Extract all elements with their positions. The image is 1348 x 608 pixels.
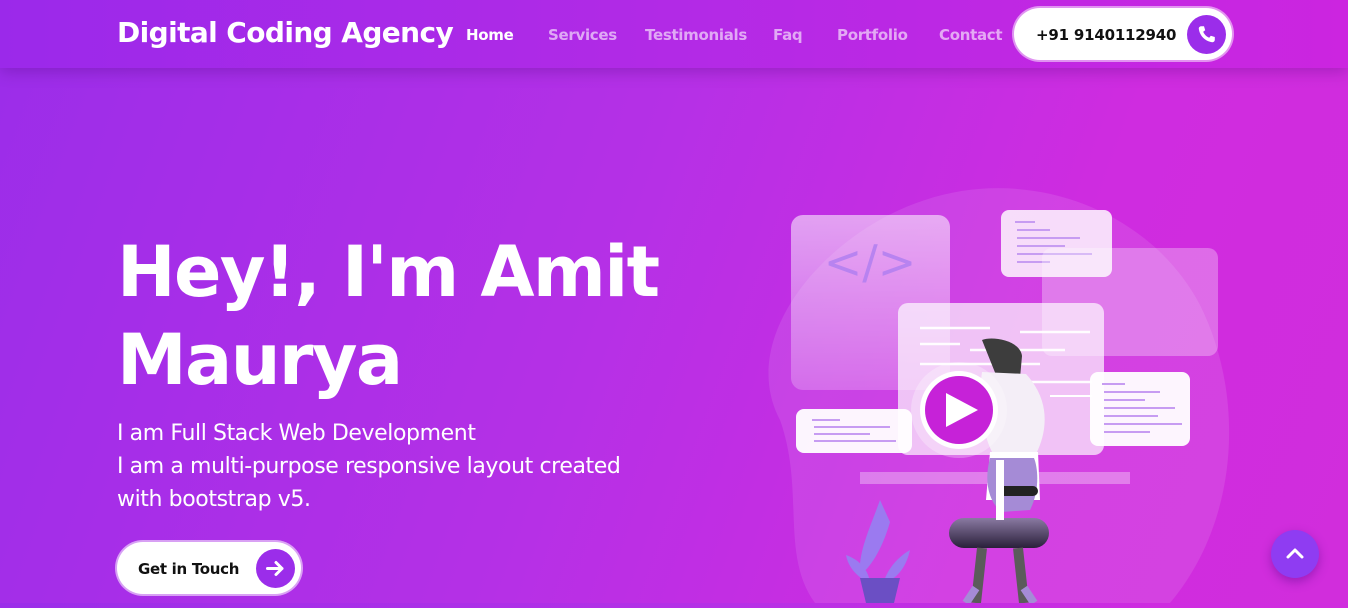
developer-illustration-svg: </> xyxy=(768,188,1230,606)
hero-subtitle-line-2: I am a multi-purpose responsive layout c… xyxy=(117,454,621,479)
hero-subtitle-line-3: with bootstrap v5. xyxy=(117,487,311,512)
nav-link-portfolio[interactable]: Portfolio xyxy=(837,26,908,44)
nav-link-faq[interactable]: Faq xyxy=(773,26,803,44)
developer-illustration: </> xyxy=(720,160,1260,606)
top-navbar: Digital Coding Agency Home Services Test… xyxy=(0,0,1348,68)
brand-logo[interactable]: Digital Coding Agency xyxy=(117,16,454,49)
get-in-touch-label: Get in Touch xyxy=(138,560,240,578)
nav-link-contact[interactable]: Contact xyxy=(939,26,1003,44)
code-symbol: </> xyxy=(824,235,917,289)
hero-title-line-1: Hey!, I'm Amit xyxy=(117,231,660,313)
get-in-touch-button[interactable]: Get in Touch xyxy=(117,542,301,594)
arrow-right-icon xyxy=(256,549,295,588)
phone-number: +91 9140112940 xyxy=(1036,26,1177,44)
chevron-up-icon xyxy=(1271,548,1319,582)
hero-title-line-2: Maurya xyxy=(117,319,403,401)
phone-icon xyxy=(1187,15,1226,54)
nav-link-testimonials[interactable]: Testimonials xyxy=(645,26,747,44)
hero-title: Hey!, I'm Amit Maurya xyxy=(117,228,697,404)
hero-subtitle-line-1: I am Full Stack Web Development xyxy=(117,421,476,446)
phone-button[interactable]: +91 9140112940 xyxy=(1014,8,1232,60)
nav-link-services[interactable]: Services xyxy=(548,26,617,44)
nav-link-home[interactable]: Home xyxy=(466,26,514,44)
scroll-to-top-button[interactable] xyxy=(1271,530,1319,578)
